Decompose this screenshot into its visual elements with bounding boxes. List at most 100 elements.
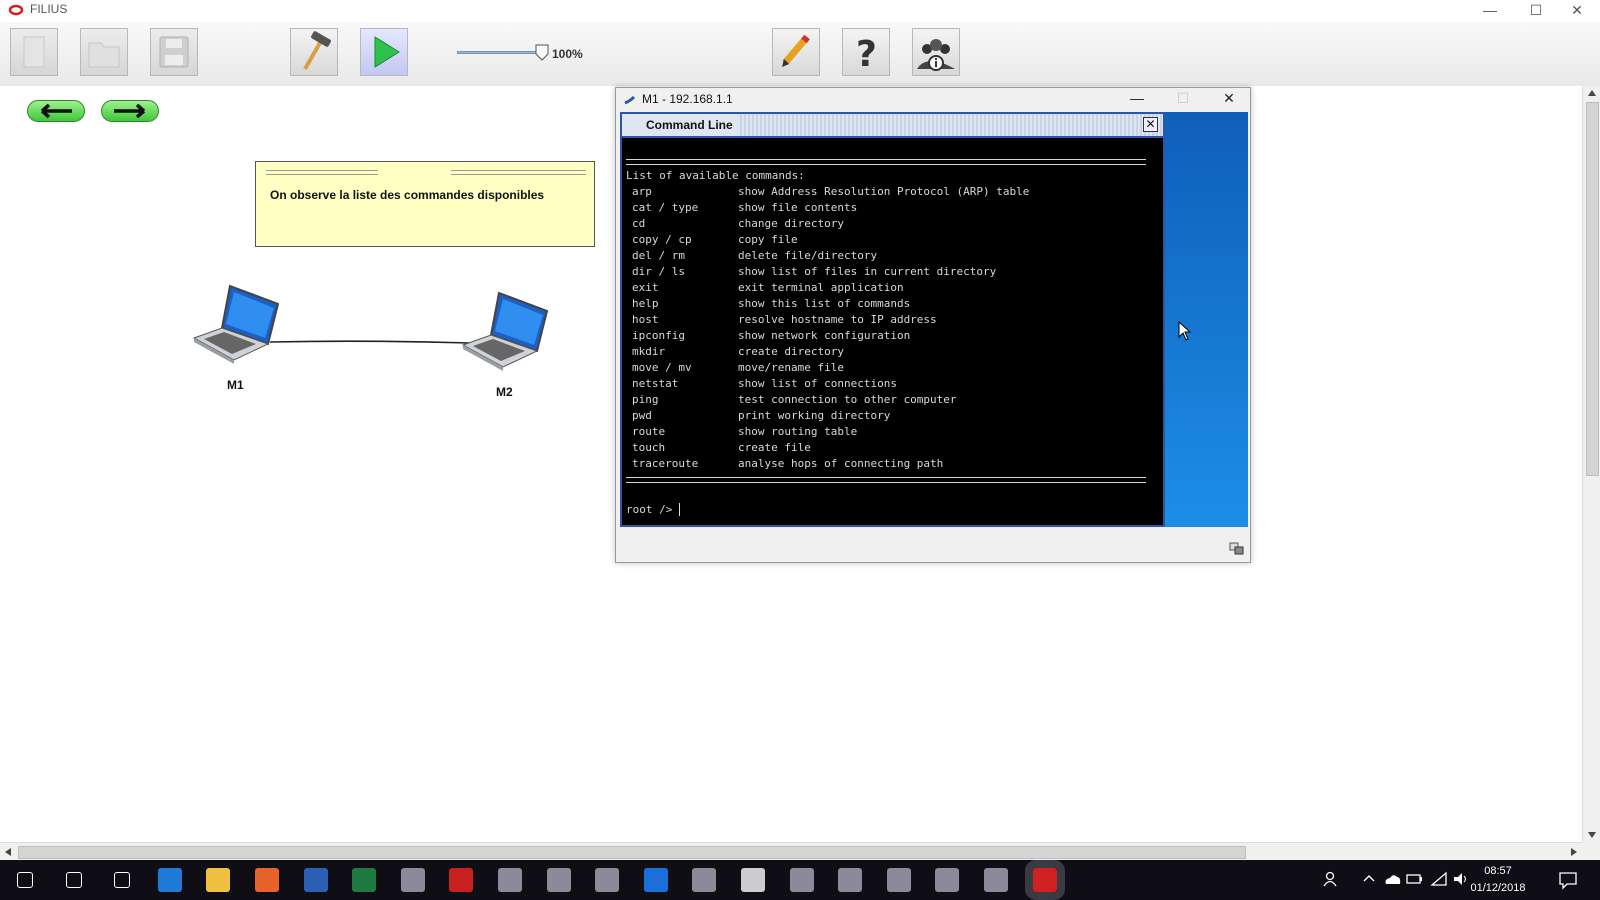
terminal-heading: List of available commands:: [626, 169, 805, 182]
terminal-close-button[interactable]: ✕: [1206, 88, 1252, 110]
about-button[interactable]: [912, 28, 960, 76]
maximize-button[interactable]: ☐: [1513, 0, 1559, 22]
command-line-header[interactable]: Command Line ✕: [622, 114, 1163, 136]
edit-button[interactable]: [772, 28, 820, 76]
command-row: mkdir create directory: [632, 344, 844, 360]
system-clock[interactable]: 08:57 01/12/2018: [1468, 863, 1528, 897]
command-name: del / rm: [632, 249, 685, 262]
vertical-scroll-thumb[interactable]: [1586, 102, 1599, 476]
task-view-icon[interactable]: [114, 872, 131, 888]
separator-line: [626, 159, 1146, 165]
play-icon: [374, 36, 400, 68]
clock-date: 01/12/2018: [1470, 882, 1526, 894]
pencil-icon: [782, 34, 810, 67]
command-description: show routing table: [738, 425, 858, 438]
separator-line: [626, 477, 1146, 483]
zoom-label: 100%: [552, 47, 583, 61]
excel-icon[interactable]: [352, 868, 377, 892]
zoom-slider[interactable]: [457, 44, 549, 61]
app-icon[interactable]: [984, 868, 1008, 892]
minimize-button[interactable]: —: [1467, 0, 1513, 22]
vertical-scrollbar[interactable]: [1582, 86, 1600, 842]
terminal-output[interactable]: List of available commands: arp show Addr…: [622, 138, 1163, 525]
chevron-up-icon[interactable]: [1362, 872, 1376, 884]
node-label-m1[interactable]: M1: [227, 378, 244, 392]
command-description: print working directory: [738, 409, 891, 422]
edge-icon[interactable]: [157, 868, 182, 892]
command-row: exit exit terminal application: [632, 280, 904, 296]
terminal-window-title: M1 - 192.168.1.1: [642, 92, 733, 106]
app-icon[interactable]: [886, 868, 911, 892]
close-button[interactable]: ✕: [1554, 0, 1600, 22]
filius-icon[interactable]: [1024, 860, 1065, 900]
save-button[interactable]: [150, 28, 198, 76]
laptop-icon[interactable]: [192, 284, 280, 364]
node-label-m2[interactable]: M2: [496, 385, 513, 399]
battery-icon[interactable]: [1406, 873, 1424, 885]
onedrive-icon[interactable]: [1383, 872, 1401, 886]
command-name: pwd: [632, 409, 652, 422]
open-button[interactable]: [80, 28, 128, 76]
app-icon[interactable]: [400, 868, 425, 892]
command-row: pwd print working directory: [632, 408, 890, 424]
start-icon[interactable]: [17, 872, 33, 888]
firefox-icon[interactable]: [255, 868, 279, 892]
command-row: copy / cp copy file: [632, 232, 798, 248]
wifi-icon[interactable]: [1430, 871, 1448, 887]
app-icon[interactable]: [789, 868, 814, 892]
scroll-down-icon[interactable]: [1587, 831, 1597, 839]
calculator-icon[interactable]: [741, 868, 765, 892]
command-line-close-button[interactable]: ✕: [1143, 117, 1158, 132]
word-icon[interactable]: [303, 868, 328, 892]
app-icon[interactable]: [498, 868, 522, 892]
slider-thumb-icon[interactable]: [535, 44, 549, 62]
command-name: netstat: [632, 377, 679, 390]
teamviewer-icon[interactable]: [643, 868, 668, 892]
new-file-button[interactable]: [10, 28, 58, 76]
command-row: ipconfig show network configuration: [632, 328, 910, 344]
command-description: create file: [738, 441, 811, 454]
help-button[interactable]: ?: [842, 28, 890, 76]
resize-grip-icon[interactable]: [1229, 542, 1245, 556]
prompt-text: root />: [626, 503, 673, 516]
command-description: move/rename file: [738, 361, 844, 374]
command-name: mkdir: [632, 345, 666, 358]
design-mode-button[interactable]: [290, 28, 338, 76]
filezilla-icon[interactable]: [449, 868, 474, 892]
terminal-window[interactable]: M1 - 192.168.1.1 — ☐ ✕ Command Line ✕ Li…: [615, 87, 1251, 563]
terminal-prompt[interactable]: root />: [626, 502, 687, 518]
app-icon[interactable]: [546, 868, 571, 892]
terminal-maximize-button[interactable]: ☐: [1160, 88, 1206, 110]
people-icon[interactable]: [1322, 870, 1340, 888]
command-name: touch: [632, 441, 666, 454]
toolbar: 100% ?: [0, 22, 1600, 87]
app-icon[interactable]: [692, 868, 717, 892]
command-row: netstat show list of connections: [632, 376, 897, 392]
command-name: host: [632, 313, 659, 326]
app-icon[interactable]: [935, 868, 960, 892]
help-icon: ?: [856, 34, 877, 75]
command-row: touch create file: [632, 440, 811, 456]
notifications-icon[interactable]: [1558, 870, 1578, 890]
command-description: analyse hops of connecting path: [738, 457, 944, 470]
command-description: create directory: [738, 345, 844, 358]
command-row: arp show Address Resolution Protocol (ARP…: [632, 184, 1029, 200]
horizontal-scrollbar[interactable]: [0, 842, 1582, 860]
search-icon[interactable]: [65, 872, 82, 888]
app-icon[interactable]: [838, 868, 863, 892]
new-file-icon: [23, 36, 45, 68]
scroll-up-icon[interactable]: [1587, 89, 1597, 97]
mouse-cursor-icon: [1178, 321, 1192, 341]
command-name: cd: [632, 217, 646, 230]
horizontal-scroll-thumb[interactable]: [18, 846, 1246, 859]
terminal-minimize-button[interactable]: —: [1114, 88, 1160, 110]
scroll-left-icon[interactable]: [4, 847, 12, 857]
scroll-right-icon[interactable]: [1570, 847, 1578, 857]
laptop-icon[interactable]: [461, 291, 549, 371]
terminal-background-panel: [1165, 112, 1248, 527]
command-row: host resolve hostname to IP address: [632, 312, 937, 328]
simulation-mode-button[interactable]: [360, 28, 408, 76]
app-icon[interactable]: [595, 868, 620, 892]
explorer-icon[interactable]: [206, 868, 231, 892]
cable-line[interactable]: [269, 340, 471, 344]
